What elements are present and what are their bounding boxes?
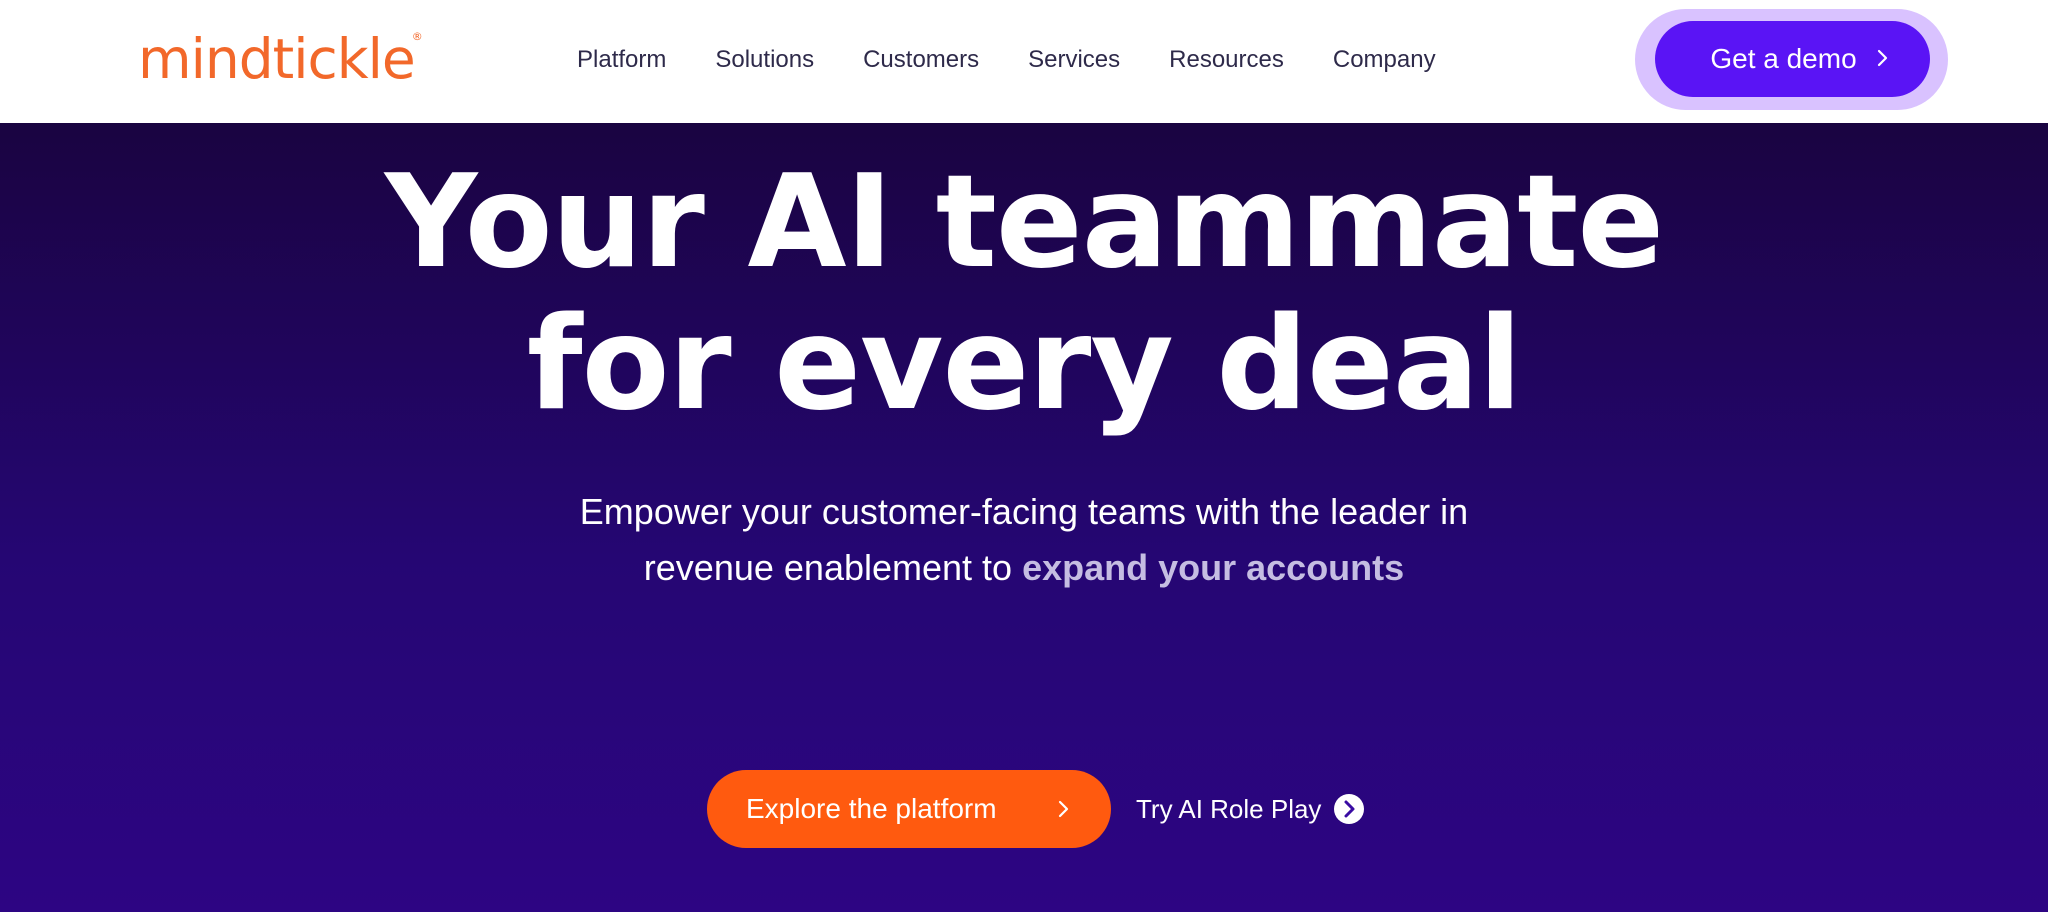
nav-item-customers[interactable]: Customers [863,44,979,76]
nav-item-platform[interactable]: Platform [577,44,666,76]
explore-platform-button[interactable]: Explore the platform [707,770,1111,848]
hero-headline-line-2: for every deal [526,290,1522,439]
hero-subheadline-accent: expand your accounts [1022,547,1405,588]
mindtickle-logo[interactable]: mindtickle ® [138,27,423,91]
hero-headline: Your AI teammate for every deal [0,152,2048,436]
nav-item-services[interactable]: Services [1028,44,1120,76]
registered-mark: ® [411,30,423,43]
page: mindtickle ® Platform Solutions Customer… [0,0,2048,912]
hero-subheadline-line-1: Empower your customer-facing teams with … [579,491,1469,532]
nav-item-company[interactable]: Company [1333,44,1436,76]
logo-text: mindtickle [138,27,416,91]
try-ai-role-play-link[interactable]: Try AI Role Play [1136,790,1365,828]
hero-headline-line-1: Your AI teammate [384,148,1664,297]
hero-subheadline-prefix: revenue enablement to [643,547,1013,588]
nav-item-solutions[interactable]: Solutions [715,44,814,76]
hero-subheadline: Empower your customer-facing teams with … [0,484,2048,596]
chevron-right-icon [1877,49,1888,67]
chevron-right-icon [1058,800,1069,818]
site-header: mindtickle ® Platform Solutions Customer… [0,0,2048,123]
get-demo-label: Get a demo [1710,43,1857,74]
circle-chevron-right-icon [1334,794,1365,824]
try-ai-role-play-label: Try AI Role Play [1136,794,1322,824]
get-demo-button[interactable]: Get a demo [1655,21,1930,97]
explore-platform-label: Explore the platform [746,793,997,824]
nav-item-resources[interactable]: Resources [1169,44,1284,76]
hero-subheadline-line-2: revenue enablement to expand your accoun… [0,540,2048,596]
main-nav: Platform Solutions Customers Services Re… [577,44,1485,76]
